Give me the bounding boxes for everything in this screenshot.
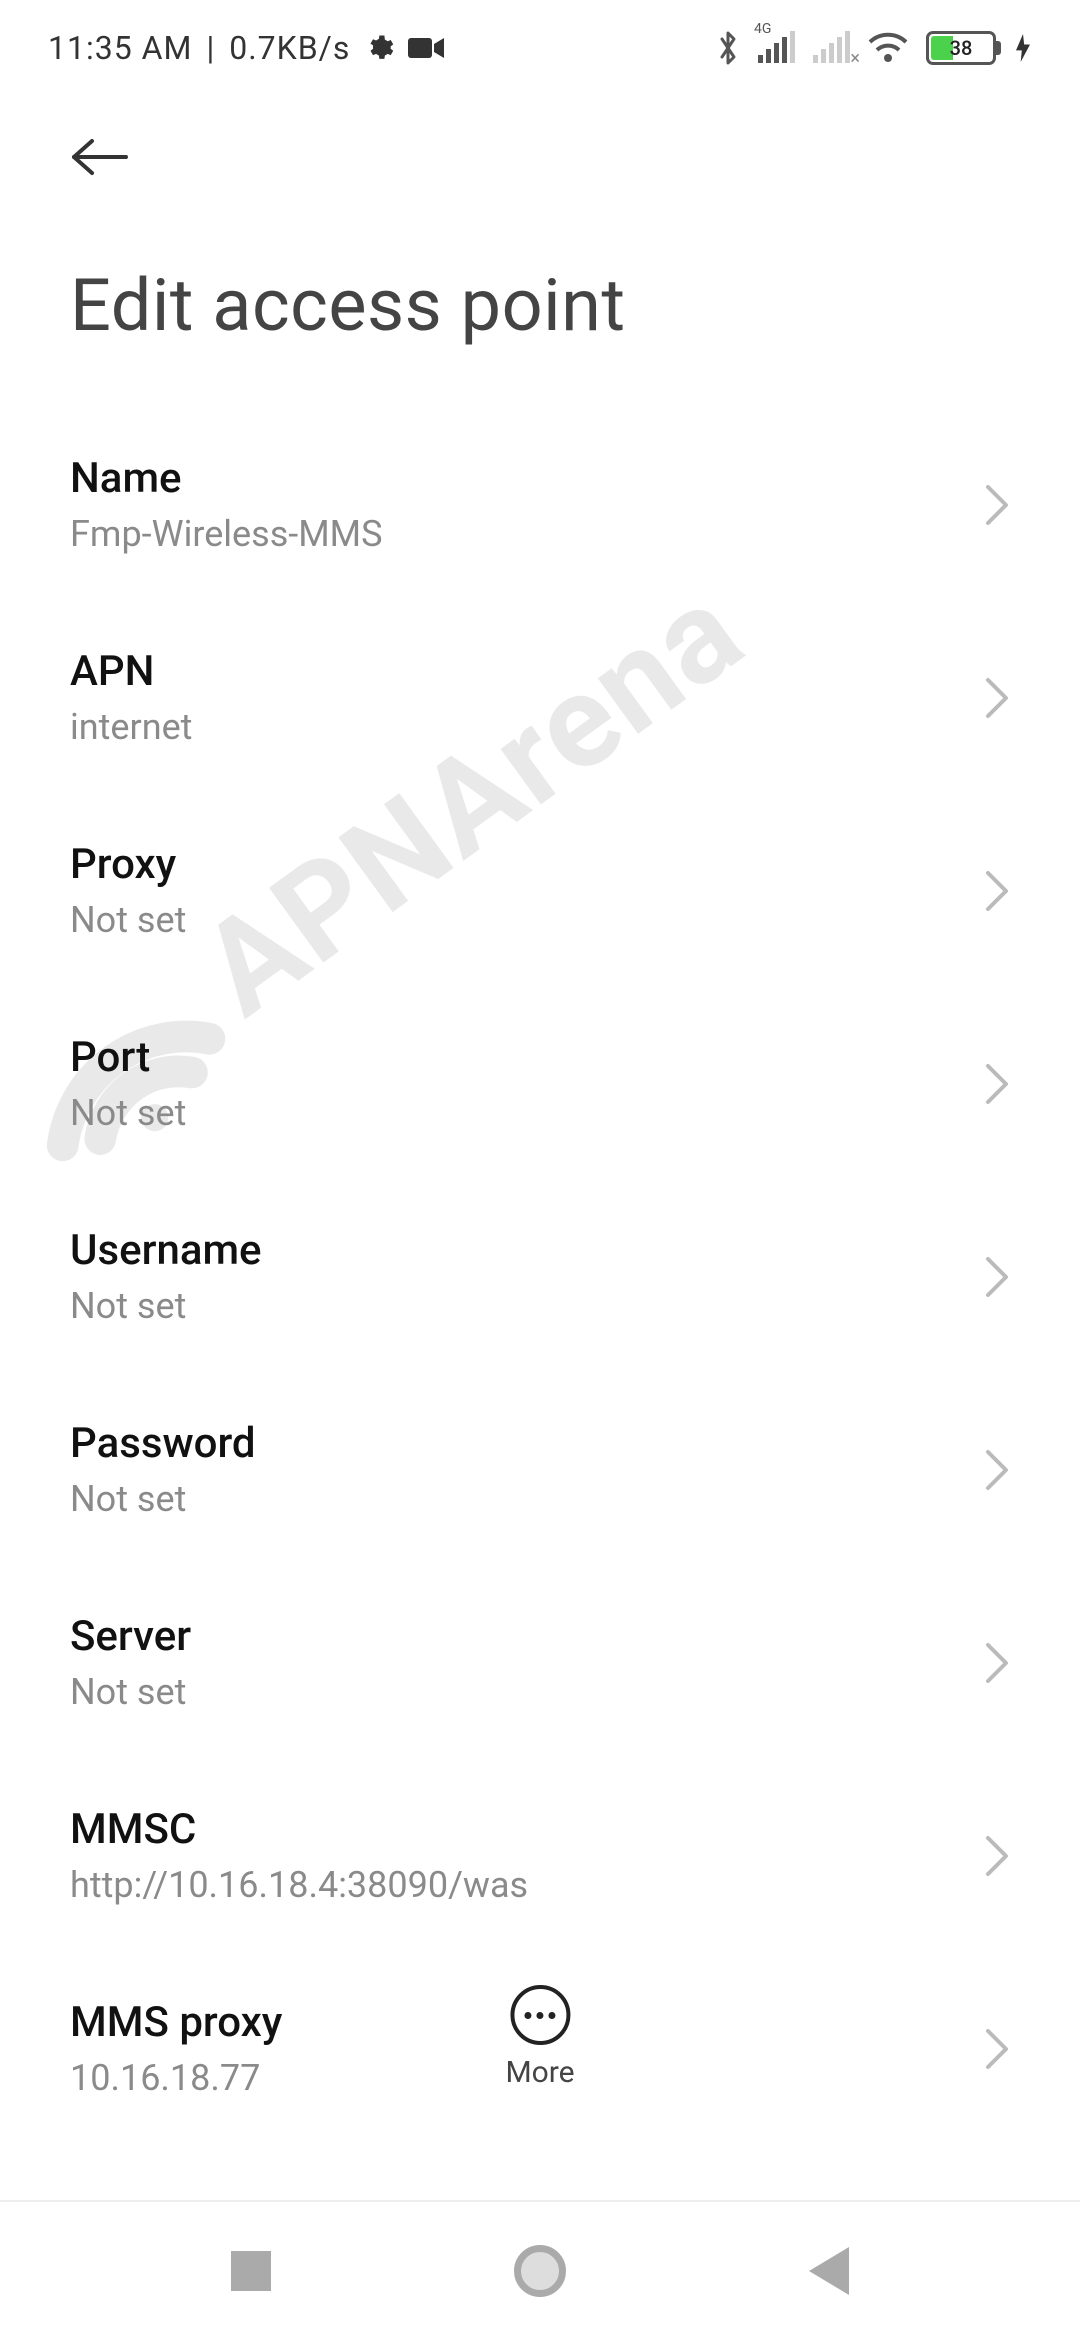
status-net-speed: 0.7KB/s	[229, 29, 350, 67]
navigation-bar	[0, 2200, 1080, 2340]
setting-row-username[interactable]: Username Not set	[70, 1180, 1010, 1373]
setting-label: Username	[70, 1226, 262, 1275]
setting-value: Not set	[70, 1092, 186, 1134]
setting-label: Server	[70, 1612, 191, 1661]
setting-value: Not set	[70, 1478, 256, 1520]
setting-value: Not set	[70, 899, 186, 941]
back-button[interactable]	[68, 135, 132, 179]
charging-bolt-icon	[1014, 34, 1032, 62]
gear-icon	[364, 33, 394, 63]
signal-none	[813, 33, 850, 63]
status-time: 11:35 AM	[48, 29, 192, 67]
setting-row-apn[interactable]: APN internet	[70, 601, 1010, 794]
page-title: Edit access point	[0, 203, 1080, 408]
setting-label: Proxy	[70, 840, 186, 889]
more-icon	[510, 1985, 570, 2045]
chevron-right-icon	[984, 1255, 1010, 1299]
setting-row-port[interactable]: Port Not set	[70, 987, 1010, 1180]
setting-label: MMSC	[70, 1805, 528, 1854]
chevron-right-icon	[984, 1834, 1010, 1878]
setting-label: Port	[70, 1033, 186, 1082]
setting-value: Not set	[70, 1671, 191, 1713]
setting-value: internet	[70, 706, 192, 748]
nav-back-button[interactable]	[809, 2247, 849, 2295]
wifi-icon	[868, 32, 908, 64]
chevron-right-icon	[984, 676, 1010, 720]
chevron-right-icon	[984, 1062, 1010, 1106]
video-camera-icon	[408, 35, 444, 61]
setting-label: MMS proxy	[70, 1998, 282, 2047]
setting-row-proxy[interactable]: Proxy Not set	[70, 794, 1010, 987]
chevron-right-icon	[984, 1448, 1010, 1492]
setting-label: APN	[70, 647, 192, 696]
setting-row-name[interactable]: Name Fmp-Wireless-MMS	[70, 408, 1010, 601]
nav-home-button[interactable]	[514, 2245, 566, 2297]
more-label: More	[505, 2055, 574, 2090]
nav-recent-button[interactable]	[231, 2251, 271, 2291]
status-separator: |	[206, 29, 215, 67]
bluetooth-icon	[716, 30, 740, 66]
status-bar: 11:35 AM | 0.7KB/s 4G	[0, 0, 1080, 95]
setting-row-server[interactable]: Server Not set	[70, 1566, 1010, 1759]
chevron-right-icon	[984, 2027, 1010, 2071]
chevron-right-icon	[984, 1641, 1010, 1685]
chevron-right-icon	[984, 483, 1010, 527]
setting-label: Password	[70, 1419, 256, 1468]
setting-label: Name	[70, 454, 382, 503]
setting-value: Fmp-Wireless-MMS	[70, 513, 382, 555]
setting-row-password[interactable]: Password Not set	[70, 1373, 1010, 1566]
battery-indicator: 38	[926, 31, 996, 65]
setting-row-mmsc[interactable]: MMSC http://10.16.18.4:38090/was	[70, 1759, 1010, 1952]
setting-value: http://10.16.18.4:38090/was	[70, 1864, 528, 1906]
signal-4g: 4G	[758, 33, 795, 63]
settings-list: Name Fmp-Wireless-MMS APN internet Proxy…	[0, 408, 1080, 2145]
setting-value: Not set	[70, 1285, 262, 1327]
chevron-right-icon	[984, 869, 1010, 913]
setting-value: 10.16.18.77	[70, 2057, 282, 2099]
more-button[interactable]: More	[505, 1985, 574, 2090]
